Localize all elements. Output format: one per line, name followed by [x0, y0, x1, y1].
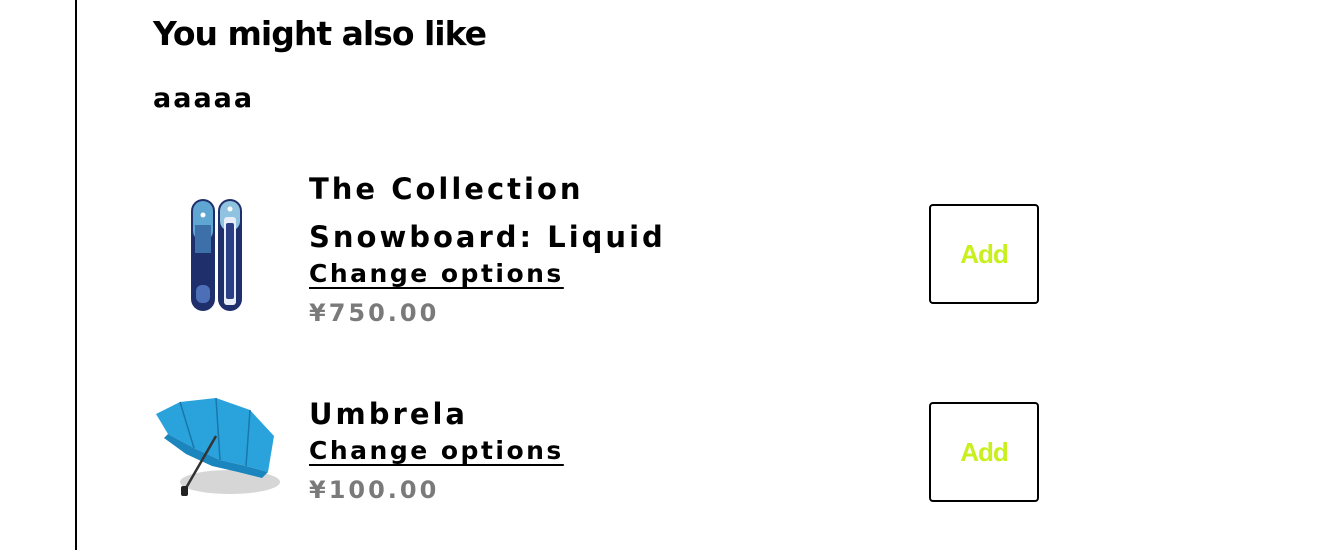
add-button[interactable]: Add: [929, 204, 1039, 304]
product-image-umbrella[interactable]: [150, 396, 280, 506]
section-subtitle: aaaaa: [153, 83, 255, 114]
product-item: Umbrela Change options ¥100.00 Add: [150, 390, 1050, 525]
product-name[interactable]: Umbrela: [309, 390, 809, 438]
product-image-snowboard[interactable]: [150, 195, 280, 315]
product-info: The Collection Snowboard: Liquid Change …: [309, 165, 809, 329]
umbrella-image: [156, 397, 280, 496]
product-price: ¥100.00: [309, 476, 440, 504]
product-item: The Collection Snowboard: Liquid Change …: [150, 165, 1050, 345]
product-price: ¥750.00: [309, 299, 440, 327]
add-button[interactable]: Add: [929, 402, 1039, 502]
section-title: You might also like: [153, 14, 487, 53]
product-info: Umbrela Change options ¥100.00: [309, 390, 809, 506]
left-border-divider: [75, 0, 77, 550]
change-options-link[interactable]: Change options: [309, 434, 564, 468]
snowboard-image: [191, 199, 242, 311]
recommendations-page: You might also like aaaaa The Collection…: [0, 0, 1320, 550]
change-options-link[interactable]: Change options: [309, 257, 564, 291]
product-name[interactable]: The Collection Snowboard: Liquid: [309, 165, 809, 261]
